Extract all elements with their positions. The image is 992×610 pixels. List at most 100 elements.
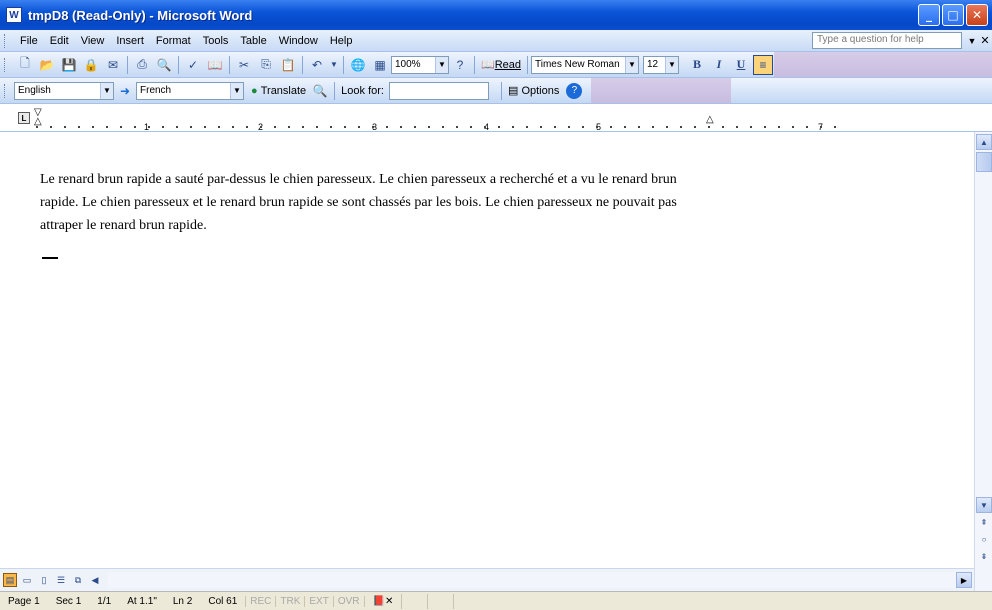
menu-format[interactable]: Format	[150, 35, 197, 47]
toolbar-grip[interactable]	[4, 57, 8, 72]
zoom-select[interactable]: 100% ▼	[391, 55, 449, 74]
spelling-icon[interactable]: ✓	[183, 55, 203, 75]
help-icon[interactable]: ?	[450, 55, 470, 75]
translate-button[interactable]: ● Translate	[248, 85, 309, 97]
ruler-tick	[246, 126, 248, 128]
undo-icon[interactable]: ↶	[307, 55, 327, 75]
ruler-tick	[288, 126, 290, 128]
help-question-input[interactable]: Type a question for help	[812, 32, 962, 49]
chevron-down-icon[interactable]: ▼	[665, 56, 678, 73]
read-icon: 📖	[481, 59, 495, 71]
word-app-icon[interactable]: W	[6, 7, 22, 23]
chevron-down-icon[interactable]: ▼	[435, 56, 448, 73]
bold-button[interactable]: B	[687, 55, 707, 75]
status-rec[interactable]: REC	[245, 595, 275, 607]
italic-button[interactable]: I	[709, 55, 729, 75]
status-section: Sec 1	[55, 595, 82, 607]
email-icon[interactable]: ✉	[103, 55, 123, 75]
help-dropdown-arrow[interactable]: ▼	[966, 36, 978, 46]
permission-icon[interactable]: 🔒	[81, 55, 101, 75]
new-document-icon[interactable]: 🗋	[15, 55, 35, 75]
options-button[interactable]: ▤ Options	[505, 84, 562, 98]
chevron-down-icon[interactable]: ▼	[625, 56, 638, 73]
minimize-button[interactable]: _	[918, 4, 940, 26]
maximize-button[interactable]: □	[942, 4, 964, 26]
open-folder-icon[interactable]: 📂	[37, 55, 57, 75]
scroll-right-icon[interactable]: ▶	[956, 572, 972, 588]
print-layout-icon[interactable]: ▯	[37, 573, 51, 587]
menu-help[interactable]: Help	[324, 35, 359, 47]
ruler-tick	[540, 126, 542, 128]
undo-dropdown-icon[interactable]: ▼	[329, 55, 339, 75]
cut-icon[interactable]: ✂	[234, 55, 254, 75]
print-preview-icon[interactable]: 🔍	[154, 55, 174, 75]
status-ext[interactable]: EXT	[304, 595, 332, 607]
document-area[interactable]: Le renard brun rapide a sauté par-dessus…	[0, 132, 974, 568]
menu-insert[interactable]: Insert	[110, 35, 150, 47]
toolbar-empty-area	[774, 52, 992, 77]
target-language-select[interactable]: French ▼	[136, 81, 244, 100]
status-ovr[interactable]: OVR	[332, 595, 364, 607]
ruler-tick	[708, 126, 710, 128]
document-text[interactable]: Le renard brun rapide a sauté par-dessus…	[40, 168, 680, 237]
horizontal-ruler[interactable]: L ▽△ 1 2 3 4 5 7 △	[0, 104, 992, 132]
search-globe-icon[interactable]: 🔍	[310, 81, 330, 101]
scroll-up-icon[interactable]: ▲	[976, 134, 992, 150]
menu-window[interactable]: Window	[273, 35, 324, 47]
previous-page-icon[interactable]: ⇞	[976, 514, 992, 530]
close-document-button[interactable]: ✕	[978, 34, 992, 47]
ruler-tick	[400, 126, 402, 128]
status-empty-cell	[401, 593, 427, 609]
menu-grip[interactable]	[4, 33, 8, 48]
underline-button[interactable]: U	[731, 55, 751, 75]
spelling-status-icon[interactable]: 📕✕	[363, 595, 402, 607]
next-page-icon[interactable]: ⇟	[976, 548, 992, 564]
normal-view-icon[interactable]: ▤	[3, 573, 17, 587]
status-at: At 1.1"	[127, 595, 157, 607]
scroll-left-icon[interactable]: ◀	[88, 573, 102, 587]
print-icon[interactable]: ⎙	[132, 55, 152, 75]
vertical-scrollbar[interactable]: ▲ ▼ ⇞ ○ ⇟	[974, 132, 992, 591]
outline-view-icon[interactable]: ☰	[54, 573, 68, 587]
scroll-down-icon[interactable]: ▼	[976, 497, 992, 513]
menu-edit[interactable]: Edit	[44, 35, 75, 47]
reading-layout-icon[interactable]: ⧉	[71, 573, 85, 587]
research-icon[interactable]: 📖	[205, 55, 225, 75]
source-language-select[interactable]: English ▼	[14, 81, 114, 100]
menu-view[interactable]: View	[75, 35, 111, 47]
menu-file[interactable]: File	[14, 35, 44, 47]
align-left-icon[interactable]: ≡	[753, 54, 773, 75]
read-button[interactable]: 📖 Read	[478, 58, 524, 72]
save-icon[interactable]: 💾	[59, 55, 79, 75]
help-circle-icon[interactable]: ?	[566, 82, 583, 99]
ruler-tick	[372, 126, 374, 128]
copy-icon[interactable]: ⎘	[256, 55, 276, 75]
select-browse-object-icon[interactable]: ○	[976, 531, 992, 547]
toolbar-grip[interactable]	[4, 83, 8, 98]
close-button[interactable]: ✕	[966, 4, 988, 26]
font-name-select[interactable]: Times New Roman ▼	[531, 55, 639, 74]
ruler-tick	[778, 126, 780, 128]
globe-icon: ●	[251, 84, 258, 97]
table-icon[interactable]: ▦	[370, 55, 390, 75]
ruler-tick	[36, 126, 38, 128]
menu-tools[interactable]: Tools	[197, 35, 235, 47]
tab-selector-icon[interactable]: L	[18, 112, 30, 124]
paste-icon[interactable]: 📋	[278, 55, 298, 75]
right-indent-icon[interactable]: △	[706, 114, 714, 125]
status-trk[interactable]: TRK	[275, 595, 304, 607]
ruler-tick	[232, 126, 234, 128]
toolbar-empty-area	[591, 78, 732, 103]
chevron-down-icon[interactable]: ▼	[100, 82, 113, 99]
horizontal-scrollbar-track[interactable]	[108, 572, 956, 588]
web-layout-icon[interactable]: ▭	[20, 573, 34, 587]
scroll-thumb[interactable]	[976, 152, 992, 172]
view-and-scroll-bar: ▤ ▭ ▯ ☰ ⧉ ◀ ▶	[0, 568, 974, 591]
look-for-input[interactable]	[388, 81, 489, 100]
hyperlink-icon[interactable]: 🌐	[348, 55, 368, 75]
ruler-tick	[554, 126, 556, 128]
menu-table[interactable]: Table	[234, 35, 272, 47]
chevron-down-icon[interactable]: ▼	[230, 82, 243, 99]
ruler-tick	[218, 126, 220, 128]
font-size-select[interactable]: 12 ▼	[643, 55, 679, 74]
